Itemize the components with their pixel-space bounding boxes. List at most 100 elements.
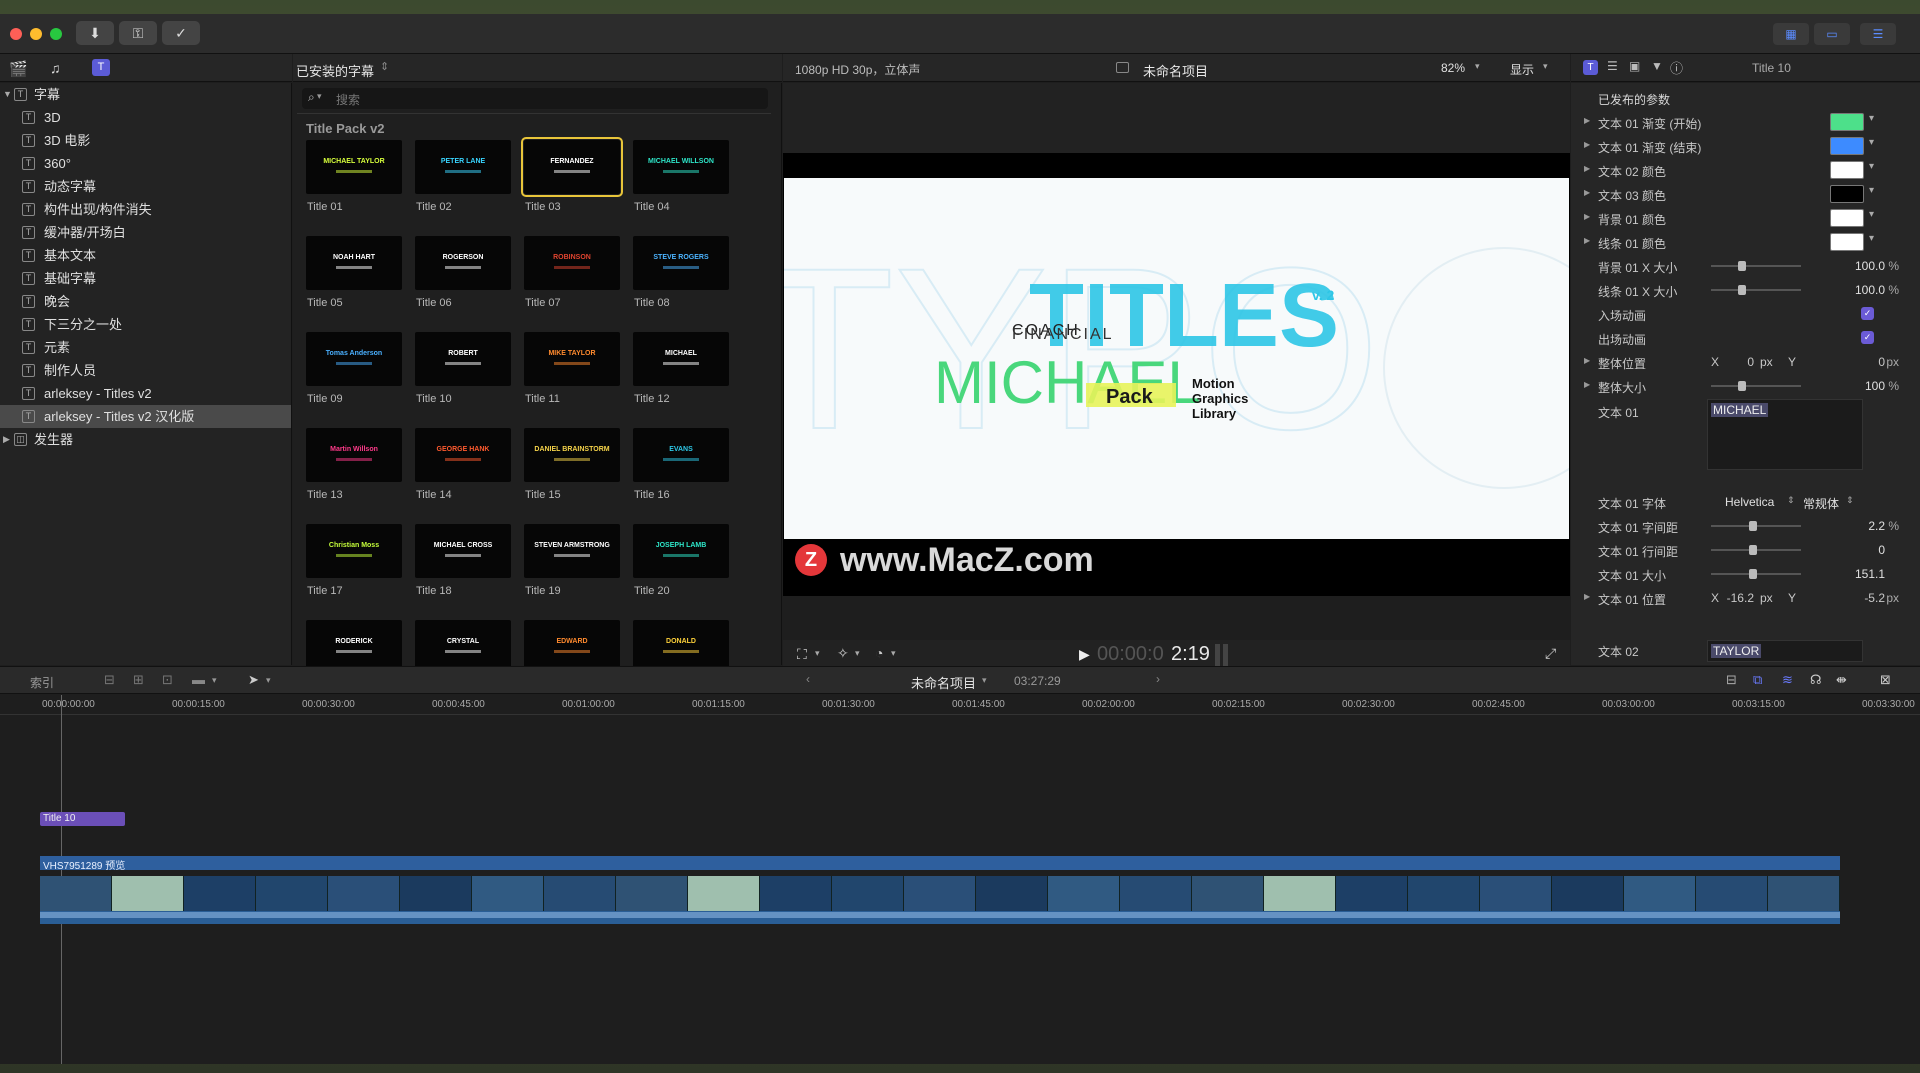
- title-thumbnail[interactable]: DANIEL BRAINSTORM: [524, 428, 620, 482]
- import-button[interactable]: ⬇: [76, 21, 114, 45]
- param-slider[interactable]: [1711, 261, 1801, 271]
- title-thumbnail[interactable]: Tomas Anderson: [306, 332, 402, 386]
- color-chevron-icon[interactable]: ▾: [1869, 209, 1874, 220]
- text02-field[interactable]: TAYLOR: [1707, 640, 1863, 662]
- tool-chevron-icon[interactable]: ▾: [266, 675, 271, 686]
- title-thumbnail-cell[interactable]: MICHAEL CROSS Title 18: [415, 524, 515, 597]
- close-window-button[interactable]: [10, 28, 22, 40]
- video-filmstrip[interactable]: [40, 876, 1840, 911]
- disclosure-open-icon[interactable]: ▼: [3, 83, 12, 106]
- enhance-wand-icon[interactable]: ✧: [837, 645, 849, 662]
- title-thumbnail-cell[interactable]: MICHAEL TAYLOR Title 01: [306, 140, 406, 213]
- timeline-project-name[interactable]: 未命名项目: [911, 673, 976, 692]
- chevron-updown-icon[interactable]: ⇕: [380, 60, 389, 73]
- title-thumbnail[interactable]: MICHAEL: [633, 332, 729, 386]
- minimize-window-button[interactable]: [30, 28, 42, 40]
- keyword-button[interactable]: ⚿: [119, 21, 157, 45]
- title-thumbnail[interactable]: JOSEPH LAMB: [633, 524, 729, 578]
- headphones-icon[interactable]: ☊: [1810, 672, 1822, 688]
- param-checkbox[interactable]: ✓: [1861, 331, 1874, 344]
- transform-chevron-icon[interactable]: ▾: [815, 648, 820, 659]
- forward-arrow-icon[interactable]: ›: [1156, 672, 1160, 686]
- video-icon[interactable]: ▣: [1629, 59, 1640, 73]
- clip-appearance-icon[interactable]: ⊟: [1726, 672, 1737, 688]
- enhance-chevron-icon[interactable]: ▾: [855, 648, 860, 659]
- title-thumbnail-cell[interactable]: ROGERSON Title 06: [415, 236, 515, 309]
- zoom-level[interactable]: 82%: [1441, 61, 1465, 75]
- waveform-icon[interactable]: ≋: [1782, 672, 1793, 688]
- text-icon[interactable]: ☰: [1607, 59, 1618, 73]
- titles-generators-icon[interactable]: T: [92, 59, 110, 76]
- title-thumbnail[interactable]: Christian Moss: [306, 524, 402, 578]
- title-thumbnail-cell[interactable]: MICHAEL Title 12: [633, 332, 733, 405]
- timeline-ruler[interactable]: 00:00:00:00 00:00:15:00 00:00:30:00 00:00:4…: [0, 695, 1920, 715]
- color-well[interactable]: [1830, 113, 1864, 131]
- edit-chevron-icon[interactable]: ▾: [212, 675, 217, 686]
- param-value[interactable]: 100: [1865, 379, 1885, 393]
- zoom-chevron-icon[interactable]: ▾: [1475, 61, 1480, 72]
- font-style-popup[interactable]: 常规体: [1803, 495, 1839, 512]
- slider-knob[interactable]: [1738, 261, 1746, 271]
- param-value[interactable]: 2.2: [1868, 519, 1885, 533]
- speed-chevron-icon[interactable]: ▾: [891, 648, 896, 659]
- title-thumbnail-cell[interactable]: Christian Moss Title 17: [306, 524, 406, 597]
- sidebar-item[interactable]: T 晚会: [0, 290, 291, 313]
- sidebar-item[interactable]: T 基础字幕: [0, 267, 291, 290]
- color-chevron-icon[interactable]: ▾: [1869, 185, 1874, 196]
- sidebar-item[interactable]: T 3D: [0, 106, 291, 129]
- color-chevron-icon[interactable]: ▾: [1869, 137, 1874, 148]
- libraries-icon[interactable]: 🎬: [9, 60, 28, 78]
- sidebar-item[interactable]: Tarleksey - Titles v2 汉化版: [0, 405, 291, 428]
- font-chevron-icon[interactable]: ⇕: [1787, 495, 1795, 506]
- fullscreen-icon[interactable]: ⤢: [1545, 645, 1556, 662]
- title-thumbnail[interactable]: STEVE ROGERS: [633, 236, 729, 290]
- title-thumbnail[interactable]: GEORGE HANK: [415, 428, 511, 482]
- disclosure-closed-icon[interactable]: ▶: [1584, 188, 1590, 197]
- title-thumbnail-cell[interactable]: Martin Willson Title 13: [306, 428, 406, 501]
- title-thumbnail[interactable]: MIKE TAYLOR: [524, 332, 620, 386]
- title-thumbnail-cell[interactable]: MICHAEL WILLSON Title 04: [633, 140, 733, 213]
- overwrite-clip-icon[interactable]: ▬: [192, 672, 205, 687]
- index-button[interactable]: 索引: [30, 674, 54, 691]
- param-slider[interactable]: [1711, 569, 1801, 579]
- filter-icon[interactable]: ▼: [1651, 59, 1663, 73]
- display-menu[interactable]: 显示: [1510, 61, 1534, 78]
- color-chevron-icon[interactable]: ▾: [1869, 161, 1874, 172]
- title-clip[interactable]: Title 10: [40, 812, 125, 826]
- sidebar-item[interactable]: T 元素: [0, 336, 291, 359]
- video-clip-header[interactable]: VHS7951289 预览: [40, 856, 1840, 872]
- sidebar-item[interactable]: T 下三分之一处: [0, 313, 291, 336]
- title-thumbnail-cell[interactable]: GEORGE HANK Title 14: [415, 428, 515, 501]
- sidebar-item[interactable]: ▶ ◫ 发生器: [0, 428, 291, 451]
- sidebar-item[interactable]: T 构件出现/构件消失: [0, 198, 291, 221]
- photos-audio-icon[interactable]: ♫: [50, 60, 61, 76]
- param-value[interactable]: 100.0: [1855, 259, 1885, 273]
- disclosure-closed-icon[interactable]: ▶: [1584, 356, 1590, 365]
- color-well[interactable]: [1830, 185, 1864, 203]
- title-thumbnail-cell[interactable]: FERNANDEZ Title 03: [521, 137, 624, 213]
- display-chevron-icon[interactable]: ▾: [1543, 61, 1548, 72]
- slider-knob[interactable]: [1738, 285, 1746, 295]
- param-value[interactable]: 100.0: [1855, 283, 1885, 297]
- sidebar-item[interactable]: T 3D 电影: [0, 129, 291, 152]
- text01-field[interactable]: MICHAEL: [1707, 399, 1863, 470]
- title-thumbnail[interactable]: ROGERSON: [415, 236, 511, 290]
- select-tool-icon[interactable]: ➤: [248, 672, 259, 688]
- param-checkbox[interactable]: ✓: [1861, 307, 1874, 320]
- title-thumbnail-cell[interactable]: MIKE TAYLOR Title 11: [524, 332, 624, 405]
- title-thumbnail-cell[interactable]: ROBINSON Title 07: [524, 236, 624, 309]
- title-thumbnail[interactable]: EVANS: [633, 428, 729, 482]
- title-thumbnail-cell[interactable]: PETER LANE Title 02: [415, 140, 515, 213]
- play-icon[interactable]: ▶: [1079, 646, 1090, 663]
- title-thumbnail-cell[interactable]: NOAH HART Title 05: [306, 236, 406, 309]
- disclosure-closed-icon[interactable]: ▶: [1584, 212, 1590, 221]
- sidebar-item[interactable]: T 基本文本: [0, 244, 291, 267]
- transform-icon[interactable]: ⛶: [797, 646, 807, 663]
- disclosure-closed-icon[interactable]: ▶: [1584, 140, 1590, 149]
- insert-clip-icon[interactable]: ⊞: [133, 672, 144, 688]
- x-value[interactable]: 0: [1747, 355, 1754, 369]
- slider-knob[interactable]: [1748, 521, 1757, 531]
- title-thumbnail-cell[interactable]: DANIEL BRAINSTORM Title 15: [524, 428, 624, 501]
- color-well[interactable]: [1830, 137, 1864, 155]
- title-thumbnail-cell[interactable]: EVANS Title 16: [633, 428, 733, 501]
